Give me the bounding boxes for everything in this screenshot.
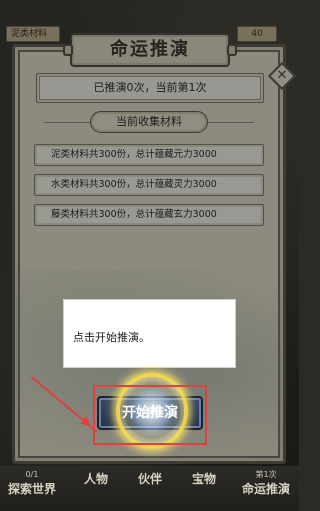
nav-fate-deduction[interactable]: 第1次 命运推演: [238, 470, 294, 498]
tutorial-tip: 点击开始推演。: [63, 299, 236, 368]
nav-partners[interactable]: 伙伴: [122, 470, 178, 488]
nav-characters[interactable]: 人物: [68, 470, 124, 488]
nav-explore-world[interactable]: 0/1 探索世界: [4, 470, 60, 498]
start-deduction-label: 开始推演: [122, 405, 178, 421]
nav-treasures[interactable]: 宝物: [176, 470, 232, 488]
